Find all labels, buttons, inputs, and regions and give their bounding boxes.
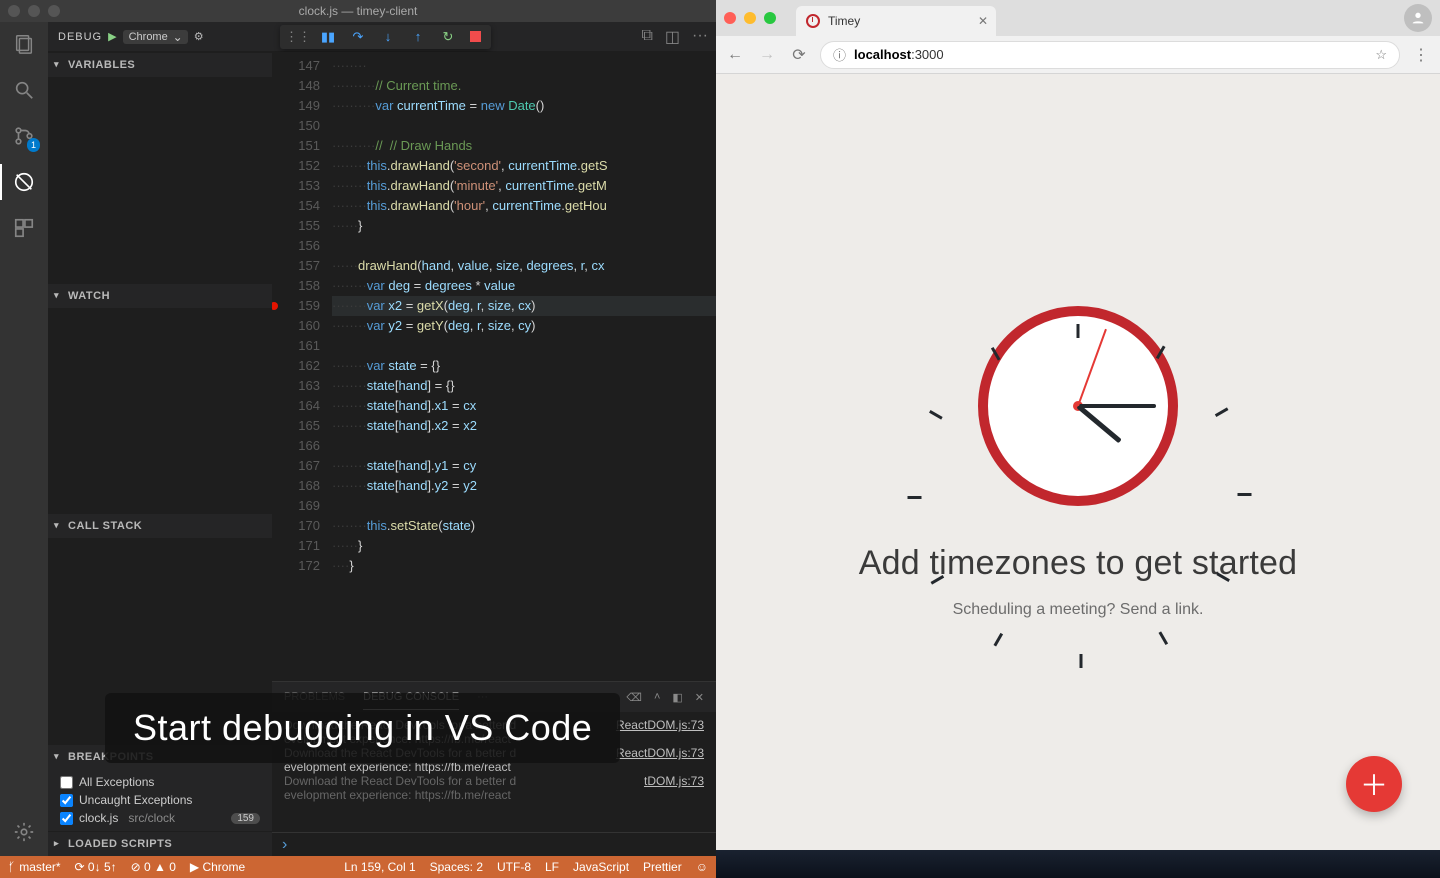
debug-gear-icon[interactable]: ⚙ <box>194 30 204 43</box>
watch-heading[interactable]: WATCH <box>48 284 272 308</box>
console-line: Download the React DevTools for a better… <box>284 774 516 788</box>
step-out-icon[interactable]: ↑ <box>410 29 426 45</box>
variables-heading[interactable]: VARIABLES <box>48 53 272 77</box>
extensions-icon[interactable] <box>10 214 38 242</box>
encoding-indicator[interactable]: UTF-8 <box>497 860 531 874</box>
feedback-icon[interactable]: ☺ <box>696 860 708 874</box>
loaded-scripts-section[interactable]: LOADED SCRIPTS <box>48 831 272 856</box>
breakpoint-checkbox[interactable] <box>60 776 73 789</box>
line-gutter[interactable]: 1471481491501511521531541551561571581591… <box>272 52 332 681</box>
profile-icon[interactable] <box>1404 4 1432 32</box>
prettier-indicator[interactable]: Prettier <box>643 860 682 874</box>
split-editor-icon[interactable]: ◫ <box>665 27 680 47</box>
browser-tab[interactable]: Timey ✕ <box>796 6 996 36</box>
clear-console-icon[interactable]: ⌫ <box>626 691 642 704</box>
debug-toolbar: ⋮⋮ ▮▮ ↷ ↓ ↑ ↻ ⧉ ◫ ··· <box>272 22 716 52</box>
breakpoint-label: All Exceptions <box>79 775 154 789</box>
chrome-menu-icon[interactable]: ⋮ <box>1410 45 1432 65</box>
language-indicator[interactable]: JavaScript <box>573 860 629 874</box>
site-info-icon[interactable]: ⓘ <box>833 45 846 64</box>
indent-indicator[interactable]: Spaces: 2 <box>430 860 483 874</box>
collapse-icon[interactable]: ˄ <box>654 691 660 704</box>
step-over-icon[interactable]: ↷ <box>350 29 366 45</box>
start-debug-icon[interactable]: ▶ <box>108 30 116 43</box>
loaded-heading[interactable]: LOADED SCRIPTS <box>48 832 272 856</box>
variables-section[interactable]: VARIABLES <box>48 52 272 77</box>
callstack-section[interactable]: CALL STACK <box>48 513 272 538</box>
callstack-heading[interactable]: CALL STACK <box>48 514 272 538</box>
breakpoint-checkbox[interactable] <box>60 812 73 825</box>
branch-indicator[interactable]: ᚶ master* <box>8 860 61 874</box>
close-panel-icon[interactable]: ✕ <box>695 691 704 704</box>
clock-illustration <box>978 306 1178 506</box>
desktop-background-strip <box>716 850 1440 878</box>
breakpoint-row[interactable]: Uncaught Exceptions <box>58 791 262 809</box>
add-timezone-fab[interactable]: ＋ <box>1346 756 1402 812</box>
console-location[interactable]: ReactDOM.js:73 <box>616 746 704 760</box>
pause-icon[interactable]: ▮▮ <box>320 29 336 45</box>
chrome-traffic-lights[interactable] <box>724 12 776 24</box>
restart-icon[interactable]: ↻ <box>440 29 456 45</box>
activity-bar: 1 <box>0 22 48 856</box>
stop-icon[interactable] <box>470 31 481 42</box>
timey-page: Add timezones to get started Scheduling … <box>716 74 1440 850</box>
debug-label: DEBUG <box>58 31 102 43</box>
forward-button[interactable]: → <box>756 46 778 64</box>
window-title: clock.js — timey-client <box>0 4 716 18</box>
panel-split-icon[interactable]: ◧ <box>672 691 682 704</box>
vscode-titlebar[interactable]: clock.js — timey-client <box>0 0 716 22</box>
code-content[interactable]: ··················// Current time.······… <box>332 52 716 681</box>
breakpoint-label: Uncaught Exceptions <box>79 793 192 807</box>
gear-icon[interactable] <box>10 818 38 846</box>
caption-overlay: Start debugging in VS Code <box>105 693 620 763</box>
chrome-tab-bar: Timey ✕ <box>716 0 1440 36</box>
back-button[interactable]: ← <box>724 46 746 64</box>
url-text: localhost:3000 <box>854 47 944 62</box>
page-subtext: Scheduling a meeting? Send a link. <box>953 601 1204 619</box>
breakpoint-row[interactable]: All Exceptions <box>58 773 262 791</box>
debug-controls: ⋮⋮ ▮▮ ↷ ↓ ↑ ↻ <box>280 25 491 49</box>
git-icon[interactable]: 1 <box>10 122 38 150</box>
open-changes-icon[interactable]: ⧉ <box>641 27 652 47</box>
bookmark-star-icon[interactable]: ☆ <box>1375 47 1387 63</box>
debug-icon[interactable] <box>10 168 38 196</box>
console-input[interactable]: › <box>272 832 716 856</box>
status-bar: ᚶ master* ⟳ 0↓ 5↑ ⊘ 0 ▲ 0 ▶ Chrome Ln 15… <box>0 856 716 878</box>
breakpoint-label: clock.js <box>79 811 118 825</box>
page-heading: Add timezones to get started <box>859 544 1297 583</box>
search-icon[interactable] <box>10 76 38 104</box>
console-line: evelopment experience: https://fb.me/rea… <box>284 788 511 802</box>
favicon-clock-icon <box>806 14 820 28</box>
omnibox[interactable]: ⓘ localhost:3000 ☆ <box>820 41 1400 69</box>
vscode-window: clock.js — timey-client 1 DEBUG ▶ Chrome… <box>0 0 716 878</box>
drag-handle-icon[interactable]: ⋮⋮ <box>290 29 306 45</box>
eol-indicator[interactable]: LF <box>545 860 559 874</box>
breakpoint-count: 159 <box>231 813 260 824</box>
tab-close-icon[interactable]: ✕ <box>978 14 988 28</box>
cursor-position[interactable]: Ln 159, Col 1 <box>344 860 415 874</box>
watch-section[interactable]: WATCH <box>48 283 272 308</box>
console-location[interactable]: ReactDOM.js:73 <box>616 718 704 732</box>
debug-top-bar: DEBUG ▶ Chrome ⚙ <box>48 22 272 52</box>
reload-button[interactable]: ⟳ <box>788 45 810 65</box>
chrome-window: Timey ✕ ← → ⟳ ⓘ localhost:3000 ☆ ⋮ Add t… <box>716 0 1440 878</box>
breakpoint-checkbox[interactable] <box>60 794 73 807</box>
debug-config-select[interactable]: Chrome <box>123 30 188 44</box>
git-badge: 1 <box>27 138 40 152</box>
breakpoint-path: src/clock <box>128 811 175 825</box>
explorer-icon[interactable] <box>10 30 38 58</box>
tab-title: Timey <box>828 14 860 28</box>
breakpoint-row[interactable]: clock.js src/clock 159 <box>58 809 262 827</box>
sync-indicator[interactable]: ⟳ 0↓ 5↑ <box>75 860 117 874</box>
console-location[interactable]: tDOM.js:73 <box>644 774 704 788</box>
code-editor[interactable]: 1471481491501511521531541551561571581591… <box>272 52 716 681</box>
errors-indicator[interactable]: ⊘ 0 ▲ 0 <box>131 860 176 874</box>
step-into-icon[interactable]: ↓ <box>380 29 396 45</box>
more-icon[interactable]: ··· <box>692 27 708 47</box>
debug-target[interactable]: ▶ Chrome <box>190 860 245 874</box>
chrome-toolbar: ← → ⟳ ⓘ localhost:3000 ☆ ⋮ <box>716 36 1440 74</box>
traffic-lights[interactable] <box>8 5 60 17</box>
